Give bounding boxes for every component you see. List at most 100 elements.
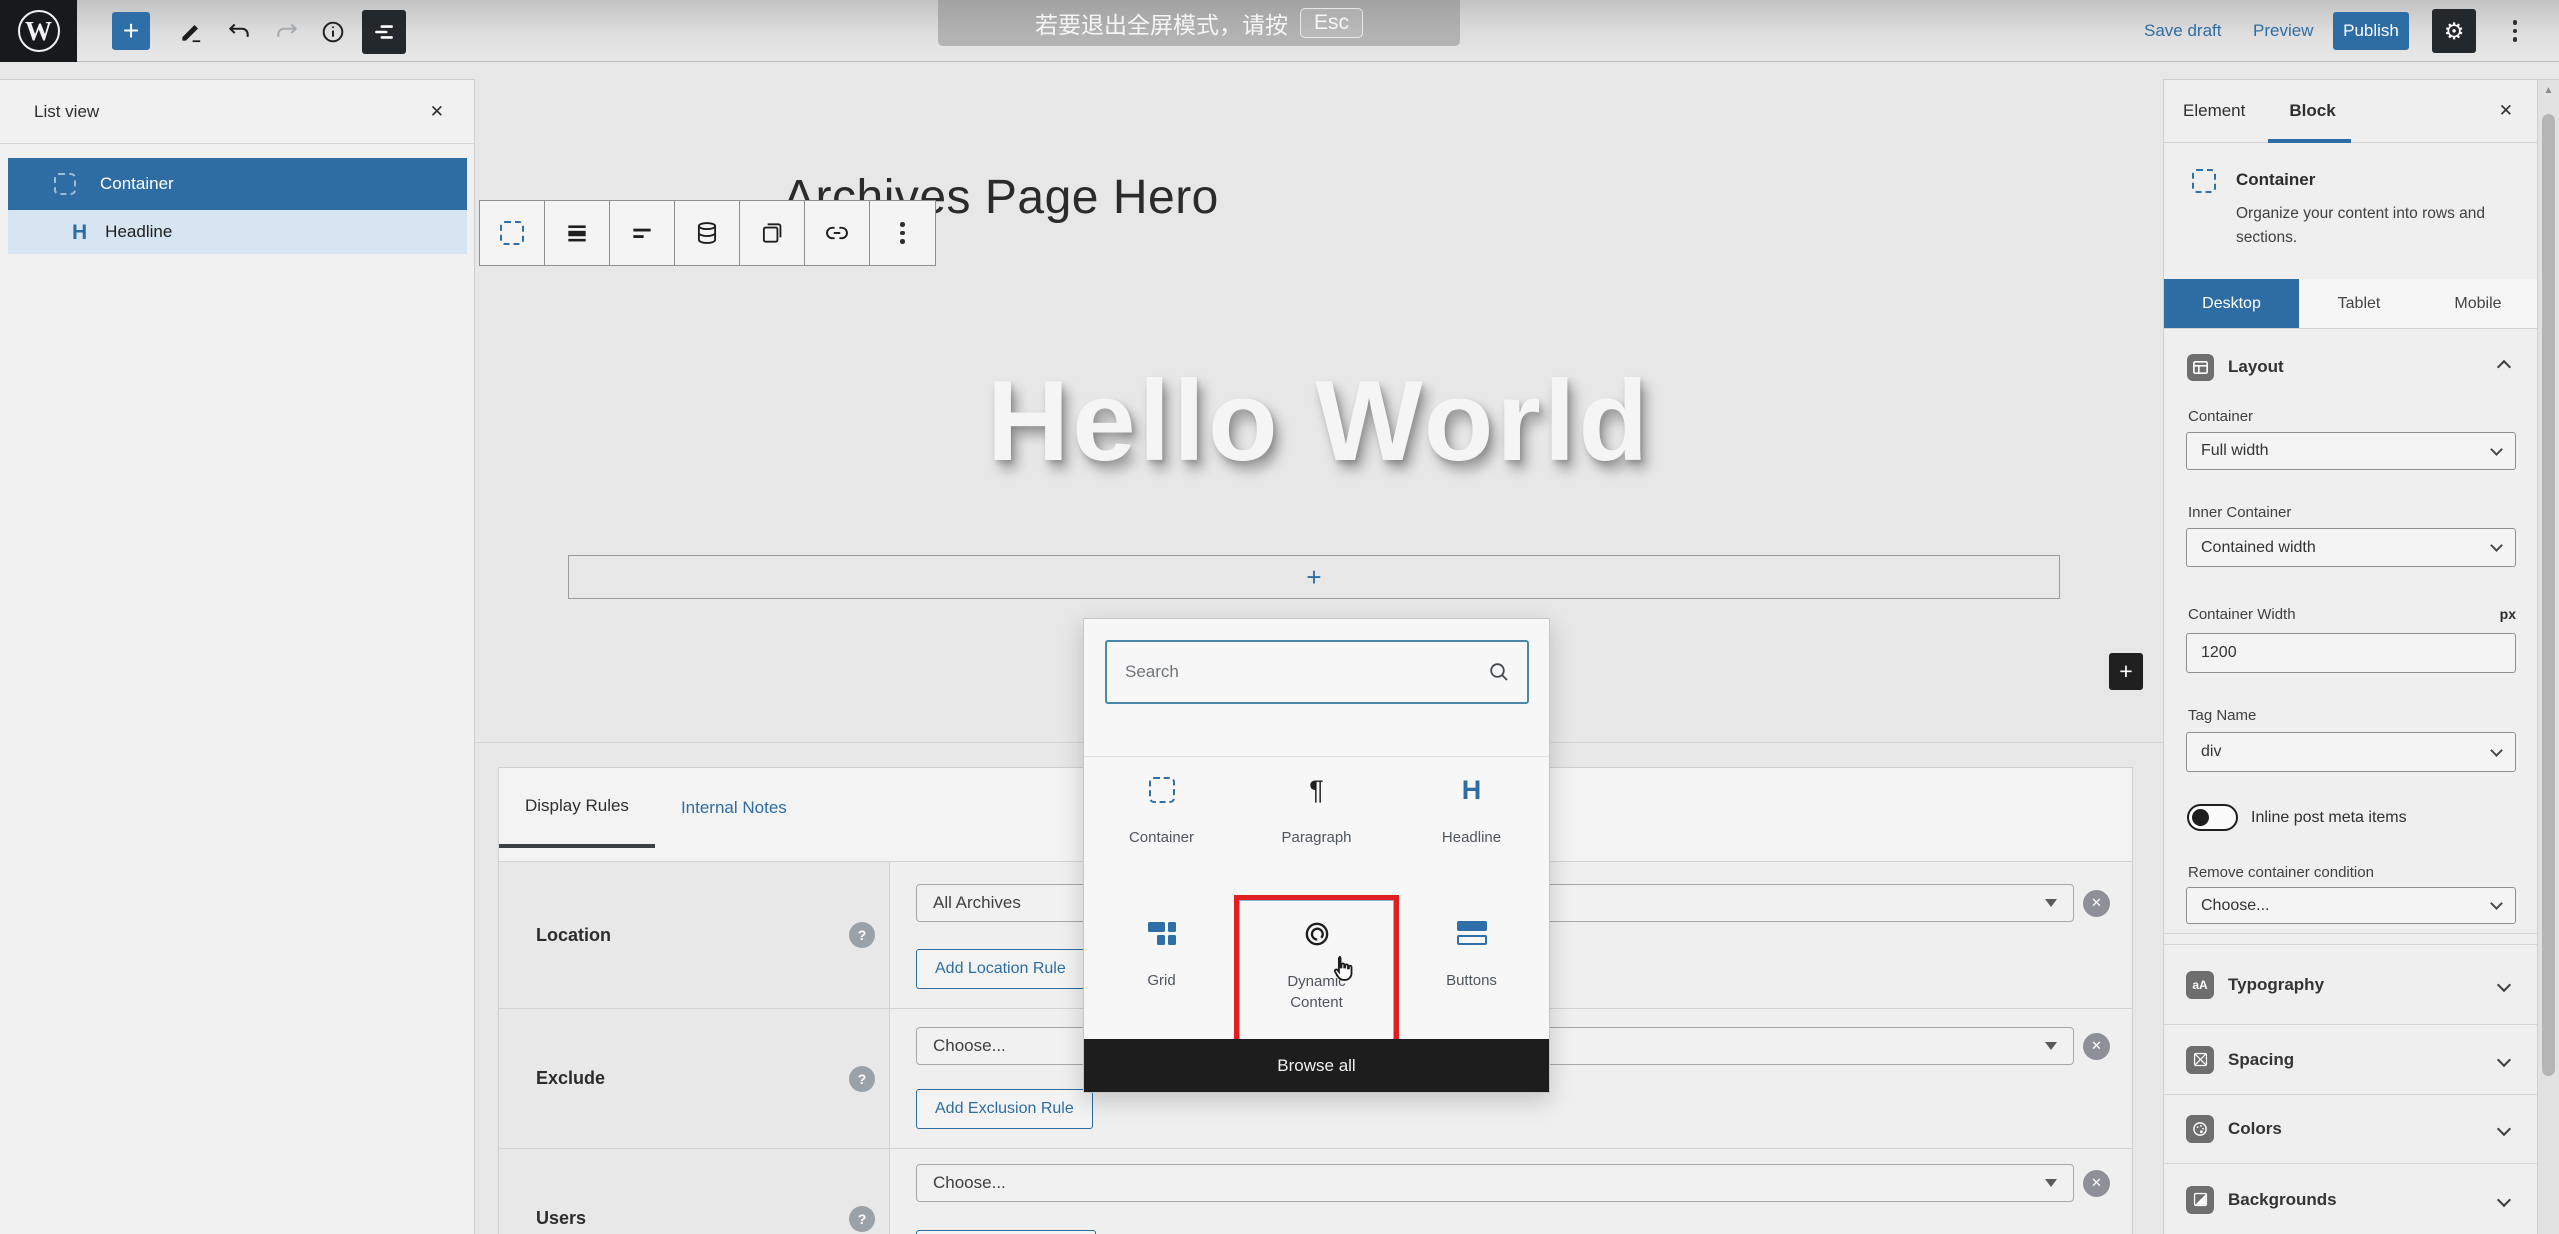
panel-backgrounds[interactable]: Backgrounds (2164, 1163, 2537, 1234)
hero-headline-text[interactable]: Hello World (475, 356, 2163, 487)
wordpress-menu-button[interactable]: W (0, 0, 77, 62)
tab-block[interactable]: Block (2289, 101, 2335, 121)
inner-container-select[interactable]: Contained width (2186, 528, 2516, 567)
close-icon[interactable]: ✕ (430, 102, 444, 122)
tab-desktop[interactable]: Desktop (2164, 279, 2299, 328)
sidebar-scrollbar[interactable]: ▲ (2537, 79, 2559, 1234)
search-input[interactable] (1123, 661, 1487, 683)
kebab-menu-icon (2513, 20, 2518, 42)
publish-button[interactable]: Publish (2333, 12, 2409, 50)
block-card-description: Organize your content into rows and sect… (2236, 202, 2498, 250)
scrollbar-thumb[interactable] (2542, 114, 2555, 1076)
remove-rule-icon[interactable]: ✕ (2083, 1170, 2110, 1197)
link-icon (824, 220, 850, 246)
settings-sidebar-button[interactable]: ⚙ (2432, 9, 2476, 53)
list-view-item-headline[interactable]: H Headline (8, 210, 467, 254)
block-toolbar (479, 200, 936, 266)
block-options-button[interactable] (870, 201, 935, 265)
inserter-block-grid: Container ¶ Paragraph H Headline Grid Dy… (1084, 757, 1549, 1042)
inline-meta-toggle[interactable] (2187, 804, 2238, 831)
inserter-item-paragraph[interactable]: ¶ Paragraph (1239, 757, 1394, 900)
help-icon[interactable]: ? (849, 1066, 875, 1092)
gear-icon: ⚙ (2444, 20, 2465, 43)
chevron-down-icon (2490, 443, 2503, 456)
remove-rule-icon[interactable]: ✕ (2083, 1033, 2110, 1060)
remove-condition-select[interactable]: Choose... (2186, 887, 2516, 924)
list-view-icon (371, 19, 397, 45)
scroll-up-icon[interactable]: ▲ (2538, 85, 2559, 96)
container-width-input[interactable] (2186, 633, 2516, 673)
users-select[interactable]: Choose... (916, 1164, 2074, 1202)
chevron-down-icon (2490, 744, 2503, 757)
list-view-header: List view ✕ (0, 80, 474, 144)
container-icon (500, 221, 524, 245)
panel-colors[interactable]: Colors (2164, 1094, 2537, 1163)
active-tab-underline (2268, 139, 2351, 143)
list-view-item-container[interactable]: Container (8, 158, 467, 210)
wordpress-logo-icon: W (18, 10, 60, 52)
plus-icon: + (2119, 658, 2132, 685)
duplicate-button[interactable] (740, 201, 805, 265)
close-icon[interactable]: ✕ (2499, 101, 2513, 121)
chevron-down-icon (2497, 1052, 2511, 1066)
link-button[interactable] (805, 201, 870, 265)
help-icon[interactable]: ? (849, 1206, 875, 1232)
database-icon (694, 220, 720, 246)
inserter-item-headline[interactable]: H Headline (1394, 757, 1549, 900)
plus-icon: + (123, 17, 139, 45)
tag-name-label: Tag Name (2188, 707, 2256, 724)
sidebar-divider (2164, 933, 2537, 934)
remove-rule-icon[interactable]: ✕ (2083, 890, 2110, 917)
save-draft-button[interactable]: Save draft (2144, 0, 2222, 62)
kebab-menu-icon (900, 222, 905, 244)
tab-internal-notes[interactable]: Internal Notes (655, 768, 813, 848)
block-type-button[interactable] (480, 201, 545, 265)
add-user-rule-button[interactable] (916, 1230, 1096, 1234)
tab-element[interactable]: Element (2183, 101, 2245, 121)
undo-button[interactable] (220, 13, 258, 51)
dropdown-arrow-icon (2045, 1179, 2057, 1187)
tab-mobile[interactable]: Mobile (2419, 279, 2537, 328)
inline-meta-label: Inline post meta items (2251, 809, 2407, 827)
list-view-toggle-button[interactable] (362, 10, 406, 54)
block-inserter-toggle-button[interactable]: + (112, 12, 150, 50)
details-button[interactable] (314, 13, 352, 51)
inserter-item-dynamic-content[interactable]: Dynamic Content (1239, 900, 1394, 1042)
edit-mode-button[interactable] (172, 13, 210, 51)
text-align-button[interactable] (610, 201, 675, 265)
responsive-device-tabs: Desktop Tablet Mobile (2164, 279, 2537, 329)
inserter-item-buttons[interactable]: Buttons (1394, 900, 1549, 1042)
redo-icon (274, 19, 300, 45)
info-icon (320, 19, 346, 45)
add-location-rule-button[interactable]: Add Location Rule (916, 949, 1085, 989)
chevron-down-icon (2490, 539, 2503, 552)
add-exclusion-rule-button[interactable]: Add Exclusion Rule (916, 1089, 1093, 1129)
tab-tablet[interactable]: Tablet (2299, 279, 2419, 328)
options-menu-button[interactable] (2496, 12, 2534, 50)
tag-name-select[interactable]: div (2186, 732, 2516, 772)
browse-all-button[interactable]: Browse all (1084, 1039, 1549, 1092)
preview-button[interactable]: Preview (2253, 0, 2313, 62)
dynamic-data-button[interactable] (675, 201, 740, 265)
block-inserter-popup: Container ¶ Paragraph H Headline Grid Dy… (1083, 618, 1550, 1093)
layout-panel-header[interactable]: Layout (2164, 342, 2537, 392)
remove-condition-label: Remove container condition (2188, 864, 2374, 881)
container-select[interactable]: Full width (2186, 432, 2516, 470)
inserter-item-grid[interactable]: Grid (1084, 900, 1239, 1042)
chevron-down-icon (2497, 1192, 2511, 1206)
panel-spacing[interactable]: Spacing (2164, 1024, 2537, 1094)
container-icon (54, 173, 76, 195)
tab-display-rules[interactable]: Display Rules (499, 768, 655, 848)
inserter-item-container[interactable]: Container (1084, 757, 1239, 900)
vertical-align-button[interactable] (545, 201, 610, 265)
list-view-panel: List view ✕ Container H Headline (0, 79, 475, 1234)
add-block-button[interactable]: + (2109, 653, 2143, 690)
rule-content-cell: Choose... ✕ (890, 1149, 2132, 1234)
block-appender[interactable]: + (568, 555, 2060, 599)
list-view-title: List view (34, 102, 99, 122)
top-toolbar: W + 若要退出全屏模式，请按 Esc Save draft Preview P… (0, 0, 2559, 62)
help-icon[interactable]: ? (849, 922, 875, 948)
plus-icon: + (1306, 562, 1321, 593)
redo-button[interactable] (268, 13, 306, 51)
panel-typography[interactable]: aA Typography (2164, 944, 2537, 1024)
